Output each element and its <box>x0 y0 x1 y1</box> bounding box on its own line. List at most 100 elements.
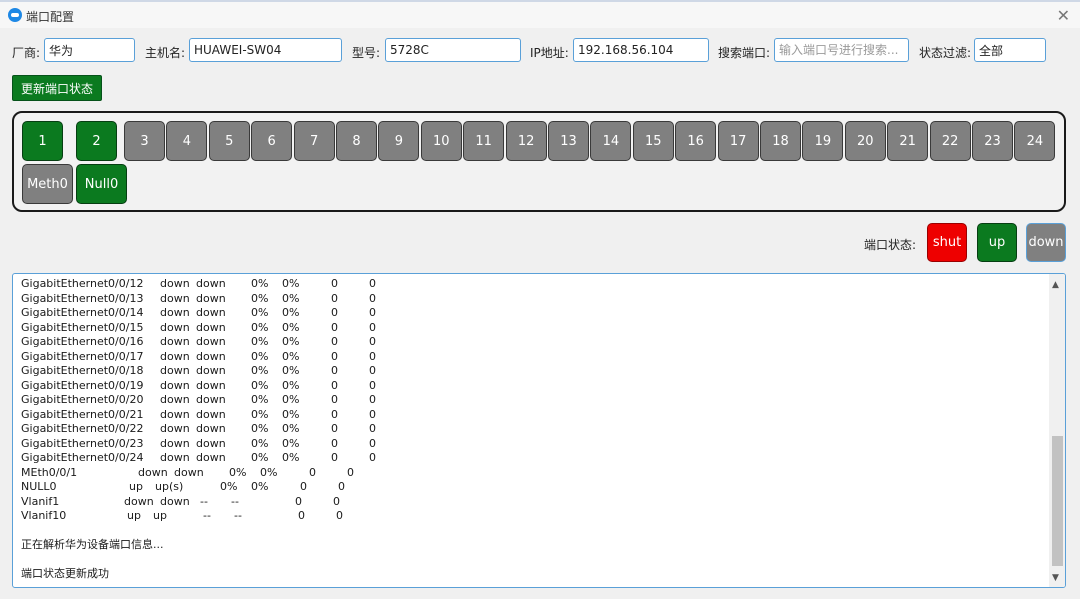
interface-name: GigabitEthernet0/0/19 <box>21 378 144 392</box>
console-cell-in: 0% <box>251 422 269 435</box>
port-button[interactable]: 16 <box>675 121 717 161</box>
scroll-up-icon[interactable]: ▲ <box>1052 280 1059 290</box>
console-cell-phy: down <box>160 335 190 348</box>
port-label: 23 <box>984 133 1001 149</box>
port-button[interactable]: 6 <box>251 121 293 161</box>
console-line: GigabitEthernet0/0/22 down down 0% 0% 0 0 <box>21 422 1041 437</box>
model-field[interactable] <box>385 38 521 62</box>
port-button[interactable]: 5 <box>208 121 250 161</box>
legend-shut-label: shut <box>932 235 962 250</box>
port-button[interactable]: 8 <box>336 121 377 161</box>
console-cell-in: 0% <box>251 291 269 305</box>
port-button[interactable]: 20 <box>844 121 886 161</box>
console-cell-out: 0% <box>282 349 300 363</box>
console-cell-phy: up <box>127 509 141 522</box>
console-cell-in: 0% <box>251 335 269 348</box>
port-button[interactable]: 11 <box>463 121 505 161</box>
console-cell-out-err: 0 <box>369 422 376 435</box>
console-cell-in: 0% <box>251 306 269 319</box>
console-cell-phy: down <box>160 306 190 319</box>
console-line: GigabitEthernet0/0/20 down down 0% 0% 0 0 <box>21 393 1041 408</box>
port-button[interactable]: 17 <box>717 121 759 161</box>
port-button[interactable]: 4 <box>166 121 208 161</box>
interface-name: GigabitEthernet0/0/20 <box>21 393 144 406</box>
port-button[interactable]: 19 <box>802 121 844 161</box>
port-button[interactable]: 3 <box>124 121 165 161</box>
console-cell-out-err: 0 <box>369 407 376 421</box>
console-cell-out: -- <box>231 494 239 508</box>
console-cell-out-err: 0 <box>369 291 376 305</box>
console-cell-phy: up <box>129 480 143 493</box>
ip-field[interactable] <box>573 38 709 62</box>
interface-name: Vlanif10 <box>21 509 67 522</box>
port-button[interactable]: 14 <box>590 121 632 161</box>
port-label: 12 <box>517 133 535 149</box>
console-cell-out: 0% <box>282 422 300 435</box>
console-cell-out-err: 0 <box>369 436 376 450</box>
console-cell-in: 0% <box>251 364 269 377</box>
console-cell-out-err: 0 <box>338 480 345 493</box>
interface-name: NULL0 <box>21 480 57 493</box>
console-cell-out-err: 0 <box>336 509 343 522</box>
console-cell-out-err: 0 <box>369 378 376 392</box>
console-cell-in-err: 0 <box>331 436 338 450</box>
port-button[interactable]: 1 <box>22 121 63 161</box>
cloud-icon <box>8 8 22 22</box>
scroll-thumb[interactable] <box>1052 436 1063 566</box>
status-filter-select[interactable] <box>974 38 1046 62</box>
port-button[interactable]: 2 <box>76 121 117 161</box>
console-scrollbar[interactable]: ▲ ▼ <box>1049 274 1065 587</box>
port-button[interactable]: Null0 <box>76 164 127 204</box>
port-label: 11 <box>475 133 492 149</box>
port-button[interactable]: 24 <box>1014 121 1056 161</box>
console-output[interactable]: GigabitEthernet0/0/12 down down 0% 0% 0 0 Gigab… <box>12 273 1066 588</box>
console-cell-out: 0% <box>282 277 300 290</box>
console-cell-proto: down <box>196 335 226 348</box>
port-button[interactable]: 15 <box>632 121 674 161</box>
port-button[interactable]: 9 <box>378 121 420 161</box>
console-cell-in-err: 0 <box>331 393 338 406</box>
search-port-input[interactable] <box>774 38 909 62</box>
console-line: GigabitEthernet0/0/17 down down 0% 0% 0 0 <box>21 350 1041 365</box>
port-label: 2 <box>92 133 101 149</box>
vendor-label: 厂商: <box>12 46 41 60</box>
title-bar: 端口配置 ✕ <box>0 2 1080 28</box>
port-label: Meth0 <box>27 176 68 192</box>
refresh-status-button[interactable]: 更新端口状态 <box>12 75 102 101</box>
console-cell-in-err: 0 <box>331 335 338 348</box>
console-line: GigabitEthernet0/0/21 down down 0% 0% 0 0 <box>21 408 1041 423</box>
console-cell-proto: down <box>196 407 226 421</box>
interface-name: GigabitEthernet0/0/14 <box>21 306 144 319</box>
console-cell-in-err: 0 <box>331 306 338 319</box>
port-button[interactable]: 23 <box>972 121 1013 161</box>
interface-name: GigabitEthernet0/0/13 <box>21 291 144 305</box>
port-label: 19 <box>814 133 832 149</box>
ip-label: IP地址: <box>530 46 569 60</box>
port-label: 13 <box>560 133 577 149</box>
port-button[interactable]: Meth0 <box>22 164 73 204</box>
console-cell-phy: down <box>160 320 190 334</box>
interface-name: GigabitEthernet0/0/22 <box>21 422 144 435</box>
console-cell-proto: down <box>196 393 226 406</box>
port-button[interactable]: 13 <box>548 121 589 161</box>
port-button[interactable]: 7 <box>293 121 335 161</box>
hostname-field[interactable] <box>189 38 342 62</box>
port-button[interactable]: 21 <box>887 121 929 161</box>
port-button[interactable]: 22 <box>929 121 971 161</box>
console-text: GigabitEthernet0/0/12 down down 0% 0% 0 0 Gigab… <box>21 277 1041 582</box>
port-button[interactable]: 12 <box>505 121 547 161</box>
console-cell-phy: down <box>160 451 190 464</box>
console-line: GigabitEthernet0/0/16 down down 0% 0% 0 0 <box>21 335 1041 350</box>
console-cell-out-err: 0 <box>369 277 376 290</box>
port-button[interactable]: 10 <box>420 121 462 161</box>
console-cell-in: 0% <box>251 407 269 421</box>
console-cell-proto: up(s) <box>155 480 184 493</box>
console-cell-proto: down <box>196 349 226 363</box>
scroll-down-icon[interactable]: ▼ <box>1052 573 1059 583</box>
close-icon[interactable]: ✕ <box>1057 6 1070 25</box>
console-cell-proto: down <box>196 306 226 319</box>
console-cell-in: 0% <box>251 436 269 450</box>
port-button[interactable]: 18 <box>760 121 801 161</box>
console-cell-in-err: 0 <box>295 494 302 508</box>
vendor-field[interactable] <box>44 38 135 62</box>
